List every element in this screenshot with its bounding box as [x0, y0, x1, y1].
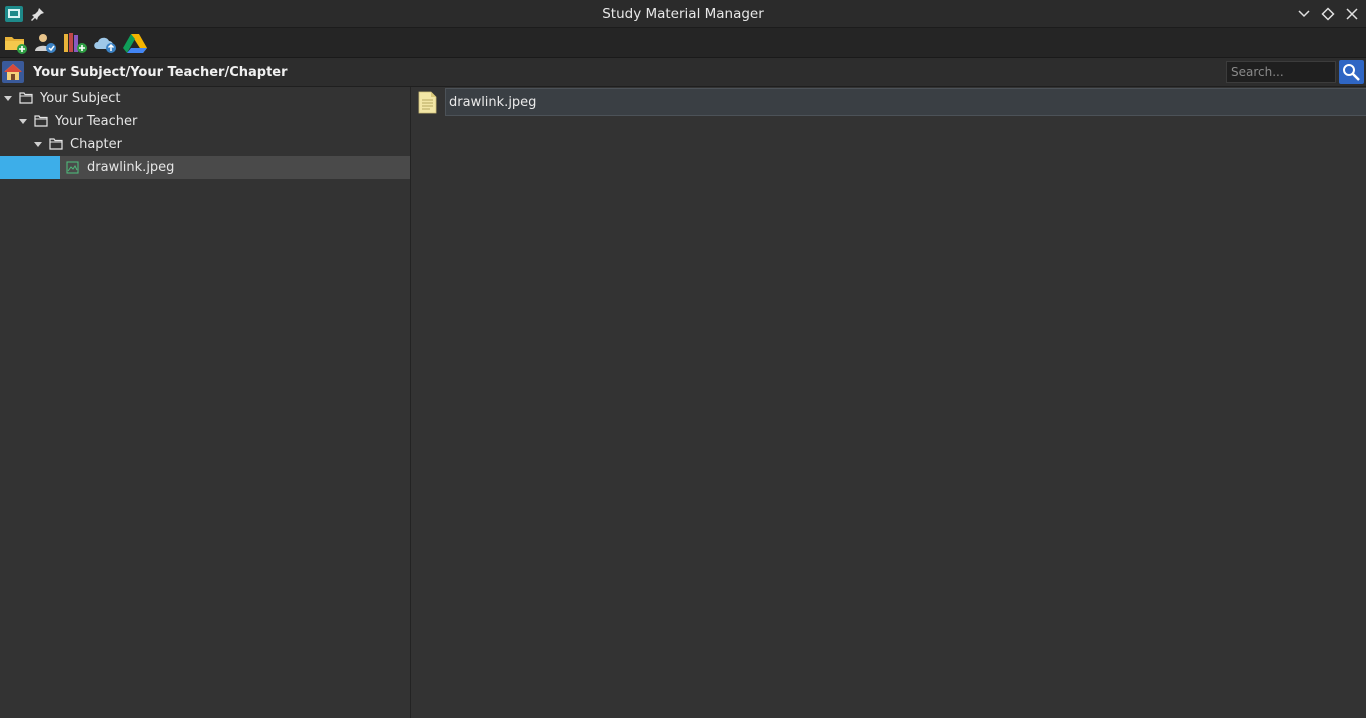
window-title: Study Material Manager: [602, 6, 764, 22]
folder-tree: Your Subject Your Teacher Chapter drawli…: [0, 87, 411, 718]
cloud-sync-button[interactable]: [92, 31, 118, 55]
home-button[interactable]: [2, 61, 24, 83]
image-file-icon: [66, 161, 79, 174]
add-teacher-button[interactable]: [32, 31, 58, 55]
tree-item-your-subject[interactable]: Your Subject: [0, 87, 410, 110]
close-button[interactable]: [1344, 6, 1360, 22]
tree-item-label: Chapter: [70, 137, 122, 152]
title-bar: Study Material Manager: [0, 0, 1366, 28]
chevron-down-icon[interactable]: [18, 118, 28, 125]
chevron-down-icon[interactable]: [33, 141, 43, 148]
folder-icon: [19, 92, 33, 104]
tree-item-chapter[interactable]: Chapter: [0, 133, 410, 156]
search-input[interactable]: [1226, 61, 1336, 83]
maximize-button[interactable]: [1320, 6, 1336, 22]
add-books-button[interactable]: [62, 31, 88, 55]
tree-item-label: drawlink.jpeg: [87, 160, 175, 175]
add-folder-button[interactable]: [3, 31, 29, 55]
file-name: drawlink.jpeg: [449, 95, 537, 110]
toolbar: [0, 28, 1366, 58]
minimize-button[interactable]: [1296, 6, 1312, 22]
file-item[interactable]: drawlink.jpeg: [415, 88, 1366, 116]
file-name-field[interactable]: drawlink.jpeg: [445, 88, 1366, 116]
document-icon: [418, 91, 437, 114]
breadcrumb-path: Your Subject/Your Teacher/Chapter: [33, 65, 288, 80]
file-list-panel: drawlink.jpeg: [411, 87, 1366, 718]
tree-item-your-teacher[interactable]: Your Teacher: [0, 110, 410, 133]
chevron-down-icon[interactable]: [3, 95, 13, 102]
selection-indicator: [0, 156, 60, 179]
tree-item-label: Your Subject: [40, 91, 121, 106]
path-bar: Your Subject/Your Teacher/Chapter: [0, 58, 1366, 87]
tree-item-drawlink-jpeg[interactable]: drawlink.jpeg: [0, 156, 410, 179]
search-button[interactable]: [1339, 60, 1364, 84]
google-drive-button[interactable]: [122, 31, 148, 55]
tree-item-label: Your Teacher: [55, 114, 138, 129]
folder-icon: [49, 138, 63, 150]
folder-icon: [34, 115, 48, 127]
